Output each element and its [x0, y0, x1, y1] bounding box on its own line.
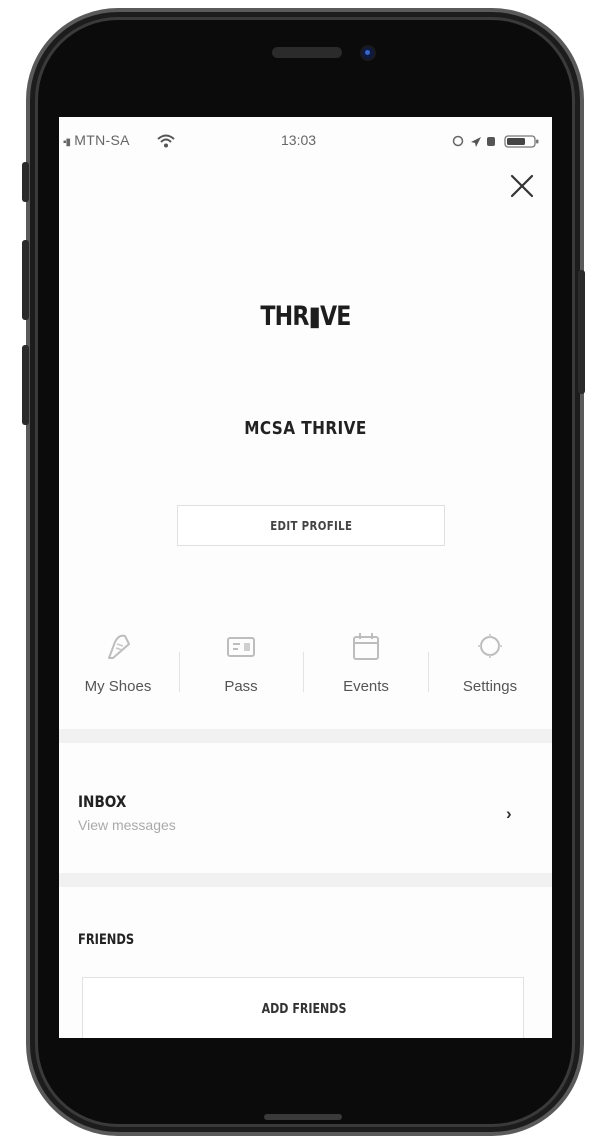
inbox-row[interactable]: INBOX View messages ›	[59, 750, 552, 875]
earpiece-speaker	[272, 47, 342, 58]
nav-separator	[428, 652, 429, 692]
status-indicators	[452, 135, 539, 148]
section-divider	[59, 873, 552, 887]
front-camera	[362, 47, 374, 59]
rotation-lock-icon	[452, 135, 464, 147]
nav-settings[interactable]: Settings	[431, 622, 549, 712]
nav-separator	[303, 652, 304, 692]
status-bar: ▪▮ MTN-SA 13:03	[59, 117, 552, 167]
thrive-logo: THR▮VE	[260, 301, 351, 332]
silent-switch	[22, 162, 29, 202]
location-icon	[471, 137, 481, 147]
nav-label-settings: Settings	[462, 678, 518, 695]
shoe-icon	[108, 634, 130, 659]
app-screen: ▪▮ MTN-SA 13:03 THR▮VE MCSA THRIVE EDIT …	[59, 117, 552, 1038]
nav-pass[interactable]: Pass	[182, 622, 300, 712]
section-divider	[59, 729, 552, 743]
edit-profile-label: EDIT PROFILE	[269, 518, 353, 533]
nav-label-my-shoes: My Shoes	[84, 678, 152, 695]
pass-card-icon	[227, 637, 255, 657]
carrier-label: ▪▮ MTN-SA	[63, 132, 130, 148]
wifi-icon	[157, 134, 175, 148]
nav-label-events: Events	[343, 678, 389, 695]
friends-title: FRIENDS	[78, 932, 135, 948]
nav-label-pass: Pass	[224, 678, 258, 695]
inbox-title: INBOX	[78, 792, 127, 811]
alarm-icon	[487, 137, 495, 146]
home-indicator	[264, 1114, 342, 1120]
volume-down-button	[22, 345, 29, 425]
profile-nav: My Shoes Pass Events Settings	[59, 622, 552, 712]
inbox-subtitle: View messages	[78, 817, 176, 833]
nav-separator	[179, 652, 180, 692]
add-friends-button[interactable]: ADD FRIENDS	[82, 977, 524, 1038]
calendar-icon	[353, 633, 379, 660]
nav-events[interactable]: Events	[307, 622, 425, 712]
volume-up-button	[22, 240, 29, 320]
status-time: 13:03	[281, 132, 317, 148]
edit-profile-button[interactable]: EDIT PROFILE	[177, 505, 445, 546]
nav-my-shoes[interactable]: My Shoes	[59, 622, 177, 712]
add-friends-label: ADD FRIENDS	[261, 1002, 347, 1017]
profile-name: MCSA THRIVE	[244, 418, 367, 439]
power-button	[578, 270, 585, 394]
chevron-right-icon: ›	[506, 804, 512, 823]
close-icon[interactable]	[507, 171, 537, 201]
gear-icon	[478, 634, 502, 658]
